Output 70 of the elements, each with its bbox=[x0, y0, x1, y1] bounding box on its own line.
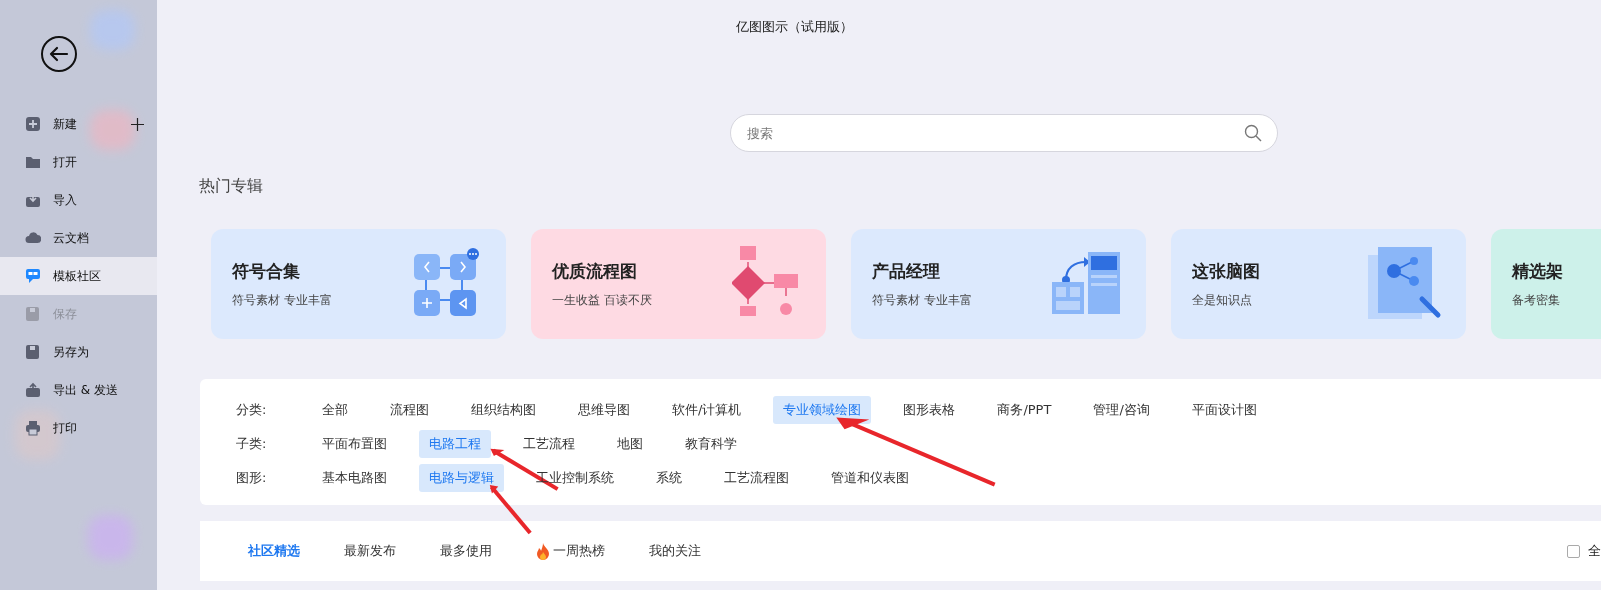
filter-option[interactable]: 教育科学 bbox=[675, 430, 747, 458]
menu-icon bbox=[25, 154, 41, 170]
sidebar-item[interactable]: 新建 bbox=[0, 105, 157, 143]
filter-option[interactable]: 平面布置图 bbox=[312, 430, 397, 458]
album-card[interactable]: 符号合集 符号素材 专业丰富 bbox=[211, 229, 506, 339]
filter-label: 分类: bbox=[236, 401, 268, 419]
filter-label: 图形: bbox=[236, 469, 268, 487]
filter-option[interactable]: 工艺流程图 bbox=[714, 464, 799, 492]
sidebar-item[interactable]: 模板社区 bbox=[0, 257, 157, 295]
card-title: 符号合集 bbox=[232, 259, 301, 283]
layout-drawing bbox=[1050, 252, 1122, 316]
album-card[interactable]: 这张脑图 全是知识点 bbox=[1171, 229, 1466, 339]
filter-option[interactable]: 商务/PPT bbox=[987, 396, 1062, 424]
card-title: 精选架 bbox=[1512, 259, 1563, 283]
album-card[interactable]: 产品经理 符号素材 专业丰富 bbox=[851, 229, 1146, 339]
album-card[interactable]: 优质流程图 一生收益 百读不厌 bbox=[531, 229, 826, 339]
filter-option[interactable]: 系统 bbox=[646, 464, 692, 492]
filter-option[interactable]: 电路与逻辑 bbox=[419, 464, 504, 492]
card-subtitle: 备考密集 bbox=[1512, 291, 1561, 309]
filter-option[interactable]: 平面设计图 bbox=[1181, 396, 1267, 424]
community-tab[interactable]: 最多使用 bbox=[440, 542, 492, 560]
menu-icon bbox=[25, 116, 41, 132]
select-all-checkbox[interactable] bbox=[1567, 544, 1580, 558]
filter-label: 子类: bbox=[236, 435, 268, 453]
sidebar-item[interactable]: 另存为 bbox=[0, 333, 157, 371]
sidebar-item[interactable]: 导入 bbox=[0, 181, 157, 219]
card-subtitle: 全是知识点 bbox=[1192, 291, 1253, 309]
filter-option[interactable]: 全部 bbox=[312, 396, 358, 424]
menu-icon bbox=[25, 344, 41, 360]
filter-option[interactable]: 图形表格 bbox=[893, 396, 966, 424]
card-subtitle: 符号素材 专业丰富 bbox=[872, 291, 972, 309]
sidebar-item[interactable]: 打印 bbox=[0, 409, 157, 447]
filter-option[interactable]: 软件/计算机 bbox=[662, 396, 752, 424]
menu-icon bbox=[25, 382, 41, 398]
back-icon[interactable] bbox=[40, 35, 78, 73]
community-tab[interactable]: 一周热榜 bbox=[536, 542, 605, 560]
menu-icon bbox=[25, 306, 41, 322]
card-title: 产品经理 bbox=[872, 259, 941, 283]
plus-icon[interactable] bbox=[131, 117, 144, 131]
community-tab[interactable]: 我的关注 bbox=[649, 542, 701, 560]
filter-option[interactable]: 组织结构图 bbox=[461, 396, 546, 424]
filter-option[interactable]: 基本电路图 bbox=[312, 464, 397, 492]
sidebar-item[interactable]: 打开 bbox=[0, 143, 157, 181]
sidebar-item[interactable]: 云文档 bbox=[0, 219, 157, 257]
sidebar-item[interactable]: 导出 & 发送 bbox=[0, 371, 157, 409]
card-title: 这张脑图 bbox=[1192, 259, 1260, 283]
filter-option[interactable]: 管道和仪表图 bbox=[821, 464, 919, 492]
section-title: 热门专辑 bbox=[199, 176, 264, 197]
flame-icon bbox=[536, 542, 550, 560]
menu-icon bbox=[25, 230, 41, 246]
filter-option[interactable]: 工艺流程 bbox=[513, 430, 585, 458]
checkbox-label: 全 bbox=[1588, 542, 1601, 560]
card-title: 优质流程图 bbox=[552, 259, 638, 283]
window-title: 亿图图示（试用版） bbox=[735, 18, 853, 36]
card-subtitle: 一生收益 百读不厌 bbox=[552, 291, 652, 309]
community-tab[interactable]: 社区精选 bbox=[248, 542, 300, 560]
card-subtitle: 符号素材 专业丰富 bbox=[232, 291, 332, 309]
blurred-shape bbox=[90, 110, 135, 150]
filter-option[interactable]: 流程图 bbox=[380, 396, 439, 424]
menu-icon bbox=[25, 268, 41, 284]
search-field[interactable]: 搜索 bbox=[730, 114, 1278, 152]
community-tab[interactable]: 最新发布 bbox=[344, 542, 396, 560]
menu-icon bbox=[25, 420, 41, 436]
album-card[interactable]: 精选架 备考密集 bbox=[1491, 229, 1601, 339]
filter-option[interactable]: 地图 bbox=[607, 430, 653, 458]
filter-option[interactable]: 专业领域绘图 bbox=[773, 396, 872, 424]
filter-option[interactable]: 电路工程 bbox=[419, 430, 491, 458]
filter-option[interactable]: 管理/咨询 bbox=[1083, 396, 1160, 424]
filter-option[interactable]: 思维导图 bbox=[568, 396, 640, 424]
search-icon[interactable] bbox=[1244, 124, 1262, 142]
